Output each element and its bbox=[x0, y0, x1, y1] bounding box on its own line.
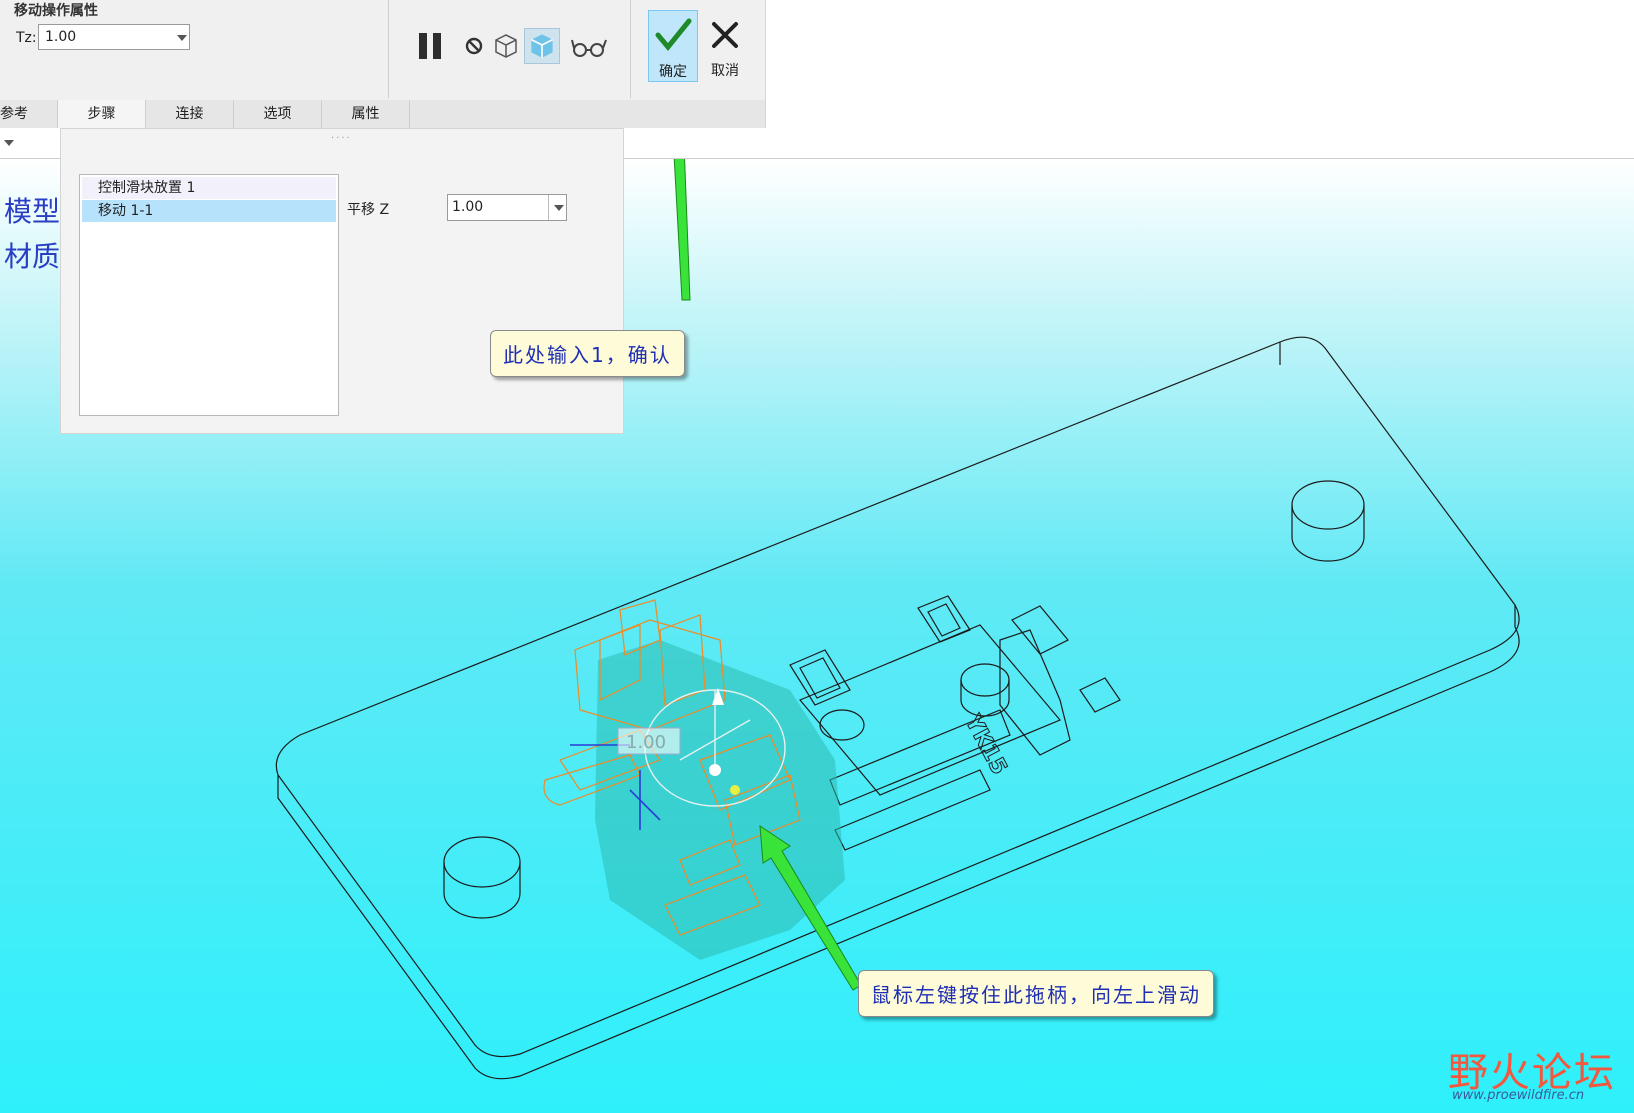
callout-input-hint: 此处输入1，确认 bbox=[490, 330, 685, 377]
steps-panel: ···· 控制滑块放置 1 移动 1-1 平移 Z 1.00 bbox=[60, 128, 624, 434]
tab-connections[interactable]: 连接 bbox=[146, 100, 234, 128]
hole-left-side bbox=[443, 862, 521, 919]
side-link-model[interactable]: 模型 bbox=[4, 190, 60, 230]
tab-bar: 参考 步骤 连接 选项 属性 bbox=[0, 100, 765, 128]
close-icon bbox=[712, 22, 738, 48]
cancel-label: 取消 bbox=[711, 63, 739, 79]
tab-options[interactable]: 选项 bbox=[234, 100, 322, 128]
drag-handle-value: 1.00 bbox=[626, 732, 666, 753]
tz-value: 1.00 bbox=[45, 29, 77, 45]
wireframe-preview-icon[interactable] bbox=[490, 30, 522, 62]
list-item-selected[interactable]: 移动 1-1 bbox=[82, 200, 336, 222]
translate-z-label: 平移 Z bbox=[347, 202, 390, 218]
checkmark-icon bbox=[655, 18, 692, 51]
hole-right-side bbox=[1291, 505, 1365, 562]
chevron-down-icon[interactable] bbox=[554, 205, 564, 211]
watermark-logo: 野火论坛 www.proewildfire.cn bbox=[1448, 1040, 1616, 1103]
tab-steps[interactable]: 步骤 bbox=[58, 100, 146, 128]
translate-z-input[interactable]: 1.00 bbox=[447, 194, 567, 221]
glasses-icon[interactable] bbox=[570, 30, 608, 62]
step-list[interactable]: 控制滑块放置 1 移动 1-1 bbox=[79, 174, 339, 416]
watermark-url: www.proewildfire.cn bbox=[1452, 1088, 1585, 1103]
chevron-down-icon[interactable] bbox=[177, 35, 187, 41]
side-link-material[interactable]: 材质 bbox=[4, 235, 60, 275]
tz-label: Tz: bbox=[16, 30, 37, 46]
hole-left-top bbox=[443, 836, 521, 888]
ribbon-separator bbox=[630, 0, 631, 98]
hole-right-top bbox=[1291, 480, 1365, 530]
list-item[interactable]: 控制滑块放置 1 bbox=[82, 177, 336, 199]
tab-properties[interactable]: 属性 bbox=[322, 100, 410, 128]
ribbon: 移动操作属性 Tz: 1.00 确定 取消 参考 步骤 连接 选项 属性 bbox=[0, 0, 766, 128]
confirm-label: 确定 bbox=[659, 64, 687, 80]
shaded-preview-icon bbox=[531, 34, 553, 58]
chevron-down-icon[interactable] bbox=[4, 140, 14, 146]
callout-drag-hint: 鼠标左键按住此拖柄，向左上滑动 bbox=[858, 970, 1214, 1017]
panel-grip[interactable]: ···· bbox=[331, 133, 352, 144]
confirm-button[interactable]: 确定 bbox=[648, 10, 698, 82]
translate-z-value: 1.00 bbox=[452, 199, 484, 215]
base-plate-top bbox=[275, 336, 1520, 1058]
shaded-preview-toggle[interactable] bbox=[524, 28, 560, 64]
no-icon[interactable] bbox=[458, 30, 490, 62]
tab-references[interactable]: 参考 bbox=[0, 100, 58, 128]
dashboard-title: 移动操作属性 bbox=[14, 3, 98, 19]
tz-input[interactable]: 1.00 bbox=[38, 24, 190, 50]
slider-component[interactable]: 1.00 bbox=[543, 599, 845, 960]
pause-icon[interactable] bbox=[414, 30, 446, 62]
cancel-button[interactable]: 取消 bbox=[700, 10, 750, 82]
ribbon-separator bbox=[388, 0, 389, 98]
